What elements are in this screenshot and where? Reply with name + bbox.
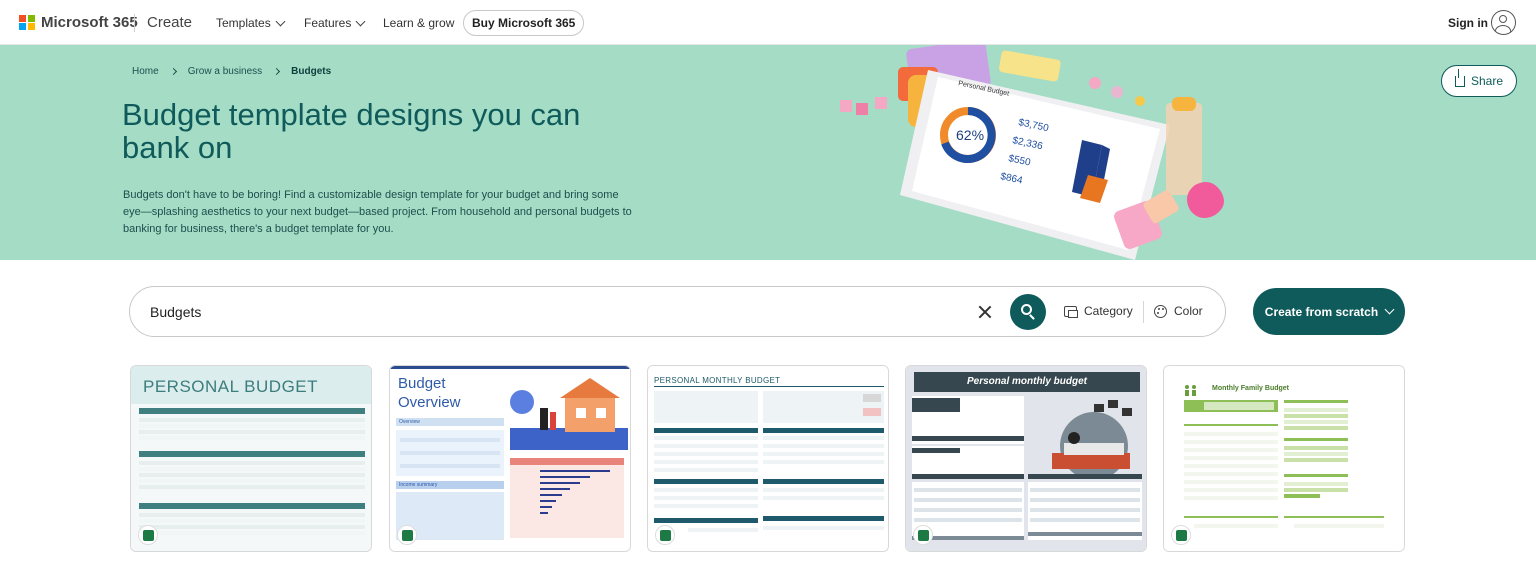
hero-banner: Home Grow a business Budgets Budget temp… [0, 45, 1536, 260]
nav-learn-label: Learn & grow [383, 16, 455, 30]
create-label: Create from scratch [1264, 304, 1379, 319]
category-filter[interactable]: Category [1064, 304, 1133, 318]
chevron-down-icon [1384, 304, 1395, 315]
excel-icon [138, 525, 158, 545]
chevron-down-icon [355, 16, 366, 26]
page-title: Budget template designs you can bank on [122, 97, 581, 165]
hero-illustration: Personal Budget 62% $3,750 $2,336 $550 $… [840, 45, 1224, 260]
art-percent: 62% [956, 127, 984, 143]
chevron-right-icon [169, 67, 177, 76]
clear-search-icon[interactable] [978, 305, 992, 319]
microsoft-logo-icon [19, 14, 35, 31]
category-icon [1064, 305, 1078, 318]
page-description: Budgets don't have to be boring! Find a … [123, 189, 632, 235]
excel-icon [1171, 525, 1191, 545]
nav-features-label: Features [304, 16, 352, 30]
excel-icon [913, 525, 933, 545]
top-nav: Microsoft 365 Create Templates Features … [0, 0, 1536, 45]
template-card-monthly-family-budget[interactable]: Monthly Family Budget [1163, 365, 1405, 552]
breadcrumb-current: Budgets [291, 66, 332, 77]
search-input[interactable] [150, 301, 950, 323]
palette-icon [1154, 304, 1167, 318]
create-from-scratch-button[interactable]: Create from scratch [1253, 288, 1405, 335]
template-search-bar: Category Color [129, 286, 1226, 337]
filter-divider [1143, 301, 1144, 323]
card-title: PERSONAL BUDGET [143, 377, 319, 396]
family-icon [1185, 385, 1196, 396]
chevron-down-icon [275, 16, 286, 26]
sign-in-link[interactable]: Sign in [1448, 16, 1488, 30]
breadcrumb-home[interactable]: Home [132, 66, 159, 77]
house-illustration-icon [510, 378, 628, 450]
card-title: Monthly Family Budget [1212, 385, 1289, 392]
buy-microsoft-365-button[interactable]: Buy Microsoft 365 [463, 10, 585, 36]
nav-features[interactable]: Features [304, 16, 366, 30]
card-title: PERSONAL MONTHLY BUDGET [654, 376, 781, 385]
breadcrumb-grow[interactable]: Grow a business [188, 66, 262, 77]
person-relaxing-illustration-icon [1052, 400, 1132, 478]
overview-label: Overview [399, 419, 420, 425]
chevron-right-icon [273, 67, 281, 76]
template-card-budget-overview[interactable]: Budget Overview Overview Income summary [389, 365, 631, 552]
nav-learn-grow[interactable]: Learn & grow [383, 16, 454, 30]
template-card-personal-budget[interactable]: PERSONAL BUDGET [130, 365, 372, 552]
template-card-personal-monthly-budget-dark[interactable]: Personal monthly budget [905, 365, 1147, 552]
template-thumbnail: Budget Overview Overview Income summary [390, 366, 630, 551]
excel-icon [397, 525, 417, 545]
excel-icon [655, 525, 675, 545]
nav-templates[interactable]: Templates [216, 16, 286, 30]
create-link[interactable]: Create [147, 14, 192, 31]
card-title: Personal monthly budget [966, 376, 1087, 387]
category-label: Category [1084, 304, 1133, 318]
share-label: Share [1470, 74, 1504, 88]
card-title-line-2: Overview [398, 394, 461, 411]
search-button[interactable] [1010, 294, 1046, 330]
account-avatar-icon[interactable] [1491, 10, 1516, 35]
breadcrumb: Home Grow a business Budgets [132, 66, 331, 77]
card-title-line-1: Budget [398, 375, 446, 392]
microsoft-365-logo[interactable]: Microsoft 365 [19, 14, 138, 31]
share-button[interactable]: Share [1441, 65, 1517, 97]
nav-templates-label: Templates [216, 16, 271, 30]
income-summary-label: Income summary [399, 482, 438, 488]
color-filter[interactable]: Color [1154, 304, 1203, 318]
color-label: Color [1174, 304, 1203, 318]
share-icon [1454, 68, 1465, 87]
template-thumbnail: Monthly Family Budget [1164, 366, 1404, 551]
template-thumbnail: PERSONAL MONTHLY BUDGET [648, 366, 888, 551]
template-thumbnail: Personal monthly budget [906, 366, 1146, 551]
nav-divider [134, 14, 135, 32]
template-card-personal-monthly-budget[interactable]: PERSONAL MONTHLY BUDGET [647, 365, 889, 552]
template-thumbnail: PERSONAL BUDGET [131, 366, 371, 551]
brand-name: Microsoft 365 [41, 14, 138, 31]
